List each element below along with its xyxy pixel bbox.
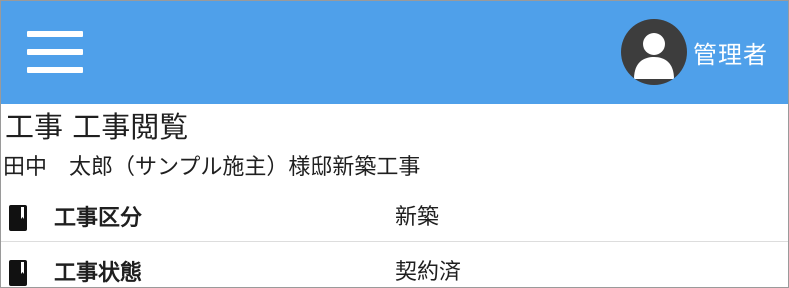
detail-value: 新築 (395, 205, 440, 230)
hamburger-menu-icon[interactable] (27, 31, 83, 73)
user-name[interactable]: 管理者 (693, 35, 768, 70)
app-window: 管理者 工事 工事閲覧 田中 太郎（サンプル施主）様邸新築工事 工事区分 新築 (0, 0, 789, 288)
menu-bar-line (27, 67, 83, 73)
detail-row-construction-type: 工事区分 新築 (1, 199, 788, 242)
user-silhouette-icon[interactable] (621, 19, 687, 85)
detail-row-construction-status: 工事状態 契約済 (1, 254, 788, 287)
detail-value: 契約済 (395, 260, 462, 285)
book-icon (9, 260, 27, 286)
menu-bar-line (27, 49, 83, 55)
detail-label: 工事状態 (54, 261, 143, 286)
detail-label: 工事区分 (54, 206, 143, 231)
project-name: 田中 太郎（サンプル施主）様邸新築工事 (3, 155, 421, 180)
book-icon (9, 205, 27, 231)
user-menu[interactable]: 管理者 (621, 19, 768, 85)
menu-bar-line (27, 31, 83, 37)
top-navigation-bar: 管理者 (1, 1, 788, 104)
page-title: 工事 工事閲覧 (5, 110, 189, 144)
